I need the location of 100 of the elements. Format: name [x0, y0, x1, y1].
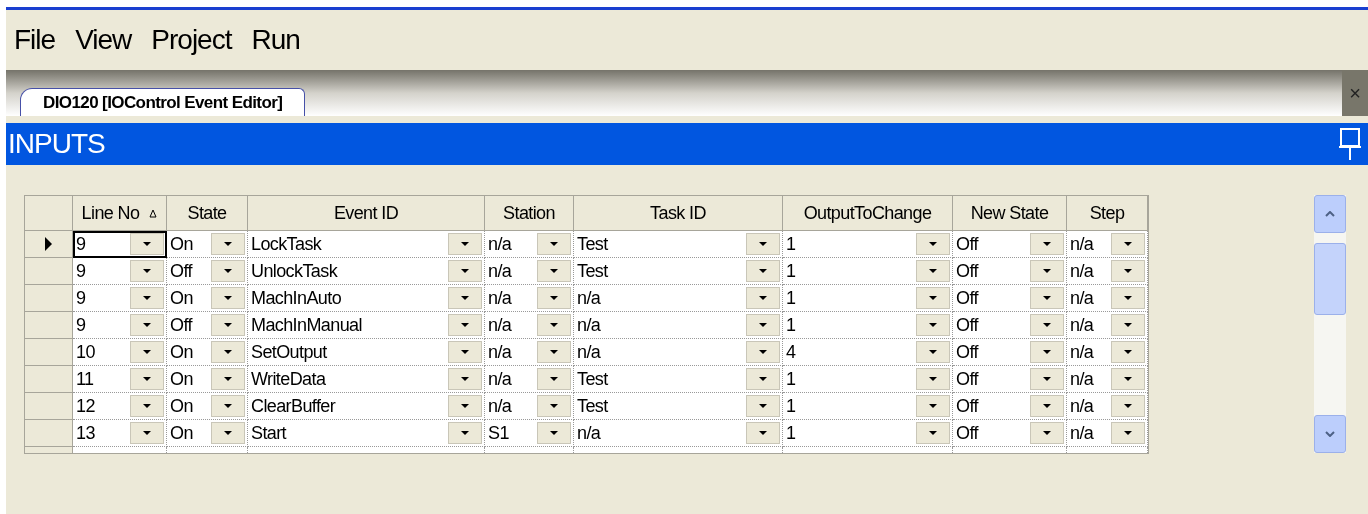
column-header[interactable]: Task ID: [574, 196, 783, 231]
caret-icon: [224, 269, 232, 273]
dropdown-button[interactable]: [448, 341, 482, 363]
dropdown-button[interactable]: [537, 233, 571, 255]
dropdown-button[interactable]: [1030, 287, 1064, 309]
dropdown-button[interactable]: [1111, 233, 1145, 255]
dropdown-button[interactable]: [448, 422, 482, 444]
menu-item[interactable]: Run: [251, 19, 300, 61]
document-tab[interactable]: DIO120 [IOControl Event Editor]: [20, 88, 306, 116]
dropdown-button[interactable]: [916, 395, 950, 417]
dropdown-button[interactable]: [746, 260, 780, 282]
dropdown-button[interactable]: [211, 260, 245, 282]
dropdown-button[interactable]: [916, 422, 950, 444]
dropdown-button[interactable]: [1111, 314, 1145, 336]
column-header[interactable]: OutputToChange: [783, 196, 953, 231]
dropdown-button[interactable]: [130, 314, 164, 336]
table-cell-text: On: [169, 421, 193, 445]
dropdown-button[interactable]: [211, 395, 245, 417]
dropdown-button[interactable]: [130, 395, 164, 417]
dropdown-button[interactable]: [1111, 341, 1145, 363]
table-cell-text: Off: [955, 394, 978, 418]
pin-icon[interactable]: [1338, 127, 1362, 161]
dropdown-button[interactable]: [130, 341, 164, 363]
dropdown-button[interactable]: [746, 395, 780, 417]
dropdown-button[interactable]: [916, 233, 950, 255]
dropdown-button[interactable]: [130, 260, 164, 282]
dropdown-button[interactable]: [746, 368, 780, 390]
column-header[interactable]: Station: [485, 196, 574, 231]
table-cell-text: n/a: [487, 394, 512, 418]
dropdown-button[interactable]: [130, 422, 164, 444]
dropdown-button[interactable]: [1030, 395, 1064, 417]
table-cell-text: Off: [955, 259, 978, 283]
dropdown-button[interactable]: [537, 314, 571, 336]
dropdown-button[interactable]: [537, 395, 571, 417]
dropdown-button[interactable]: [916, 368, 950, 390]
table-cell-text: n/a: [487, 286, 512, 310]
dropdown-button[interactable]: [746, 314, 780, 336]
caret-icon: [929, 242, 937, 246]
dropdown-button[interactable]: [1030, 260, 1064, 282]
dropdown-button[interactable]: [130, 368, 164, 390]
close-button[interactable]: ×: [1342, 70, 1368, 116]
table-cell-text: n/a: [487, 340, 512, 364]
dropdown-button[interactable]: [1111, 260, 1145, 282]
dropdown-button[interactable]: [746, 233, 780, 255]
column-header[interactable]: New State: [953, 196, 1067, 231]
dropdown-button[interactable]: [916, 287, 950, 309]
dropdown-button[interactable]: [448, 368, 482, 390]
menu-item[interactable]: View: [75, 19, 132, 61]
dropdown-button[interactable]: [746, 287, 780, 309]
dropdown-button[interactable]: [211, 314, 245, 336]
dropdown-button[interactable]: [537, 287, 571, 309]
dropdown-button[interactable]: [211, 233, 245, 255]
dropdown-button[interactable]: [1030, 341, 1064, 363]
column-header[interactable]: Event ID: [248, 196, 485, 231]
dropdown-button[interactable]: [916, 341, 950, 363]
dropdown-button[interactable]: [916, 260, 950, 282]
table-cell-text: Test: [576, 232, 608, 256]
dropdown-button[interactable]: [537, 422, 571, 444]
dropdown-button[interactable]: [537, 260, 571, 282]
dropdown-button[interactable]: [448, 395, 482, 417]
dropdown-button[interactable]: [211, 368, 245, 390]
menu-item[interactable]: File: [14, 19, 56, 61]
table-cell-text: 1: [785, 259, 796, 283]
dropdown-button[interactable]: [1111, 287, 1145, 309]
dropdown-button[interactable]: [130, 287, 164, 309]
caret-icon: [1124, 323, 1132, 327]
dropdown-button[interactable]: [1111, 395, 1145, 417]
dropdown-button[interactable]: [746, 341, 780, 363]
caret-icon: [143, 377, 151, 381]
column-header[interactable]: State: [167, 196, 248, 231]
table-cell-text: On: [169, 286, 193, 310]
caret-icon: [224, 404, 232, 408]
dropdown-button[interactable]: [1030, 422, 1064, 444]
dropdown-button[interactable]: [1111, 422, 1145, 444]
table-cell-text: 1: [785, 394, 796, 418]
table-cell-text: Off: [955, 286, 978, 310]
dropdown-button[interactable]: [211, 341, 245, 363]
dropdown-button[interactable]: [211, 287, 245, 309]
dropdown-button[interactable]: [448, 287, 482, 309]
column-header[interactable]: Line No: [73, 196, 167, 231]
menu-item[interactable]: Project: [151, 19, 232, 61]
dropdown-button[interactable]: [746, 422, 780, 444]
dropdown-button[interactable]: [448, 233, 482, 255]
dropdown-button[interactable]: [448, 260, 482, 282]
dropdown-button[interactable]: [130, 233, 164, 255]
scroll-thumb[interactable]: [1314, 243, 1346, 315]
dropdown-button[interactable]: [1111, 368, 1145, 390]
dropdown-button[interactable]: [537, 368, 571, 390]
dropdown-button[interactable]: [916, 314, 950, 336]
caret-icon: [550, 404, 558, 408]
dropdown-button[interactable]: [448, 314, 482, 336]
column-header[interactable]: Step: [1067, 196, 1148, 231]
row-header[interactable]: [25, 231, 73, 258]
dropdown-button[interactable]: [1030, 368, 1064, 390]
scrollbar[interactable]: [1314, 195, 1346, 453]
dropdown-button[interactable]: [1030, 233, 1064, 255]
dropdown-button[interactable]: [537, 341, 571, 363]
caret-icon: [1124, 431, 1132, 435]
dropdown-button[interactable]: [1030, 314, 1064, 336]
dropdown-button[interactable]: [211, 422, 245, 444]
